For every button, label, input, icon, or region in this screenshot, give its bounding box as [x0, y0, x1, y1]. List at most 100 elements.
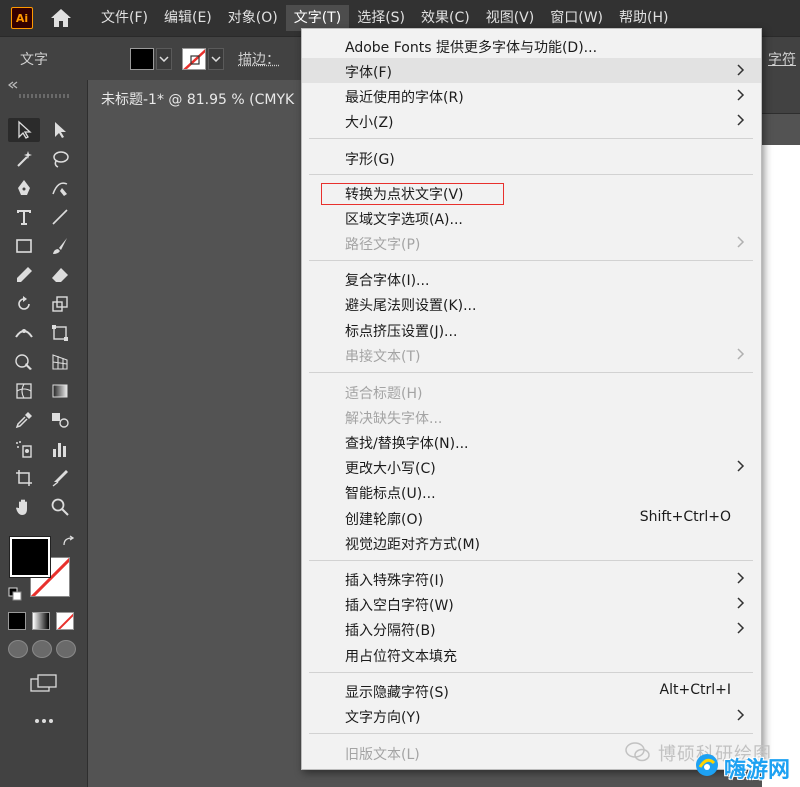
menu-item-label: 字体(F) — [345, 65, 392, 81]
default-colors-icon[interactable] — [8, 587, 22, 605]
menu-item-label: 解决缺失字体... — [345, 411, 443, 427]
menu-item-label: 适合标题(H) — [345, 386, 423, 402]
menu-item-font[interactable]: 字体(F) — [302, 58, 761, 83]
menu-item-smart-punctuation[interactable]: 智能标点(U)... — [302, 479, 761, 504]
panel-grip[interactable] — [0, 90, 87, 102]
menu-item-change-case[interactable]: 更改大小写(C) — [302, 454, 761, 479]
menu-item-label: 字形(G) — [345, 152, 395, 168]
selection-tool[interactable] — [8, 118, 40, 142]
menu-item-show-hidden-characters[interactable]: 显示隐藏字符(S) Alt+Ctrl+I — [302, 678, 761, 703]
menu-item-optical-margin-alignment[interactable]: 视觉边距对齐方式(M) — [302, 530, 761, 555]
menu-file[interactable]: 文件(F) — [93, 5, 156, 31]
eraser-tool[interactable] — [44, 263, 76, 287]
menu-object[interactable]: 对象(O) — [220, 5, 286, 31]
lasso-tool[interactable] — [44, 147, 76, 171]
character-panel-link[interactable]: 字符 — [768, 49, 796, 69]
screen-mode-icon[interactable] — [30, 674, 58, 698]
line-tool[interactable] — [44, 205, 76, 229]
menu-item-placeholder-text[interactable]: 用占位符文本填充 — [302, 642, 761, 667]
menu-item-composite-fonts[interactable]: 复合字体(I)... — [302, 266, 761, 291]
menu-item-type-orientation[interactable]: 文字方向(Y) — [302, 703, 761, 728]
menu-item-label: 大小(Z) — [345, 115, 394, 131]
menu-item-mojikumi-settings[interactable]: 标点挤压设置(J)... — [302, 317, 761, 342]
menu-item-insert-break[interactable]: 插入分隔符(B) — [302, 616, 761, 641]
wechat-icon — [625, 742, 650, 762]
selection-arrow-icon — [18, 120, 32, 139]
stroke-dropdown[interactable] — [208, 47, 224, 70]
menu-item-find-replace-font[interactable]: 查找/替换字体(N)... — [302, 429, 761, 454]
magic-wand-tool[interactable] — [8, 147, 40, 171]
menu-item-glyphs[interactable]: 字形(G) — [302, 145, 761, 170]
chevron-right-icon — [737, 572, 745, 584]
column-graph-tool[interactable] — [44, 437, 76, 461]
width-icon — [15, 329, 33, 338]
artboard[interactable] — [762, 145, 800, 787]
width-tool[interactable] — [8, 321, 40, 345]
artboard-tool[interactable] — [8, 466, 40, 490]
fill-swatch[interactable] — [130, 47, 154, 70]
slice-tool[interactable] — [44, 466, 76, 490]
menu-item-insert-whitespace[interactable]: 插入空白字符(W) — [302, 591, 761, 616]
gradient-mode-button[interactable] — [32, 612, 50, 630]
home-icon[interactable] — [49, 6, 73, 30]
fill-color-box[interactable] — [9, 536, 51, 578]
menu-item-threaded-text: 串接文本(T) — [302, 342, 761, 367]
none-mode-button[interactable] — [56, 612, 74, 630]
chevron-right-icon — [737, 460, 745, 472]
menu-item-shortcut: Alt+Ctrl+I — [659, 682, 731, 698]
pen-tool[interactable] — [8, 176, 40, 200]
menu-edit[interactable]: 编辑(E) — [156, 5, 220, 31]
blend-icon — [52, 413, 69, 428]
collapse-icon[interactable] — [0, 80, 87, 90]
menu-separator — [309, 672, 753, 673]
hand-icon — [16, 499, 27, 515]
draw-normal-button[interactable] — [8, 640, 28, 658]
gradient-tool[interactable] — [44, 379, 76, 403]
menu-item-recent-fonts[interactable]: 最近使用的字体(R) — [302, 83, 761, 108]
menu-item-label: 显示隐藏字符(S) — [345, 685, 449, 701]
menu-item-adobe-fonts[interactable]: Adobe Fonts 提供更多字体与功能(D)... — [302, 33, 761, 58]
direct-selection-tool[interactable] — [44, 118, 76, 142]
menu-item-label: 插入特殊字符(I) — [345, 573, 445, 589]
shape-builder-tool[interactable] — [8, 350, 40, 374]
perspective-grid-tool[interactable] — [44, 350, 76, 374]
zoom-tool[interactable] — [44, 495, 76, 519]
free-transform-tool[interactable] — [44, 321, 76, 345]
paintbrush-tool[interactable] — [44, 234, 76, 258]
rotate-tool[interactable] — [8, 292, 40, 316]
swap-fill-stroke-icon[interactable] — [62, 535, 76, 553]
fill-stroke-control — [8, 535, 80, 605]
menu-item-insert-special-character[interactable]: 插入特殊字符(I) — [302, 566, 761, 591]
draw-inside-button[interactable] — [56, 640, 76, 658]
symbol-sprayer-tool[interactable] — [8, 437, 40, 461]
curvature-tool[interactable] — [44, 176, 76, 200]
bar-chart-icon — [53, 443, 66, 457]
scale-tool[interactable] — [44, 292, 76, 316]
menu-item-size[interactable]: 大小(Z) — [302, 108, 761, 133]
blend-tool[interactable] — [44, 408, 76, 432]
menu-item-shortcut: Shift+Ctrl+O — [639, 509, 731, 525]
pencil-tool[interactable] — [8, 263, 40, 287]
menu-item-label: 用占位符文本填充 — [345, 649, 457, 665]
fill-dropdown[interactable] — [156, 47, 172, 70]
eraser-icon — [52, 268, 68, 282]
menu-item-label: 智能标点(U)... — [345, 486, 436, 502]
document-tab[interactable]: 未标题-1* @ 81.95 % (CMYK — [89, 80, 301, 114]
draw-behind-button[interactable] — [32, 640, 52, 658]
menu-item-area-type-options[interactable]: 区域文字选项(A)... — [302, 205, 761, 230]
rectangle-tool[interactable] — [8, 234, 40, 258]
stroke-label[interactable]: 描边： — [238, 49, 280, 69]
control-bar-label: 文字 — [20, 51, 48, 68]
stroke-swatch[interactable] — [182, 47, 206, 70]
draw-mode-row — [8, 640, 76, 658]
menu-item-create-outlines[interactable]: 创建轮廓(O) Shift+Ctrl+O — [302, 505, 761, 530]
eyedropper-tool[interactable] — [8, 408, 40, 432]
app-logo[interactable]: Ai — [11, 7, 33, 29]
type-tool[interactable] — [8, 205, 40, 229]
mesh-tool[interactable] — [8, 379, 40, 403]
more-tools-icon[interactable] — [34, 712, 54, 728]
hand-tool[interactable] — [8, 495, 40, 519]
menu-item-label: 更改大小写(C) — [345, 461, 436, 477]
menu-item-kinsoku-settings[interactable]: 避头尾法则设置(K)... — [302, 291, 761, 316]
color-mode-button[interactable] — [8, 612, 26, 630]
